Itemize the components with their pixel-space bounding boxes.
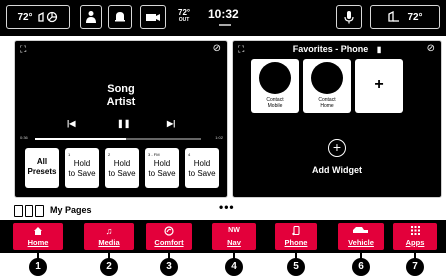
- favorites-widget[interactable]: ⛶ Favorites - Phone ▮ ⊘ Contact Mobile C…: [232, 40, 442, 198]
- phone-small-icon: ▮: [376, 45, 382, 54]
- media-widget[interactable]: ⛶ ⊘ Song Artist |◀ ❚❚ ▶| 0:36 1:02 All P…: [14, 40, 228, 198]
- apps-grid-icon: [393, 226, 437, 237]
- nav-label-nav: Nav: [227, 238, 241, 247]
- remove-widget-icon[interactable]: ⊘: [213, 43, 221, 54]
- preset-number: 2: [108, 152, 111, 157]
- expand-icon[interactable]: ⛶: [20, 44, 26, 55]
- contact-type: Mobile: [267, 103, 283, 109]
- all-presets-button[interactable]: All Presets: [25, 148, 59, 188]
- progress-bar[interactable]: [35, 138, 201, 140]
- nav-bar: Home ♫ Media Comfort NW Nav Phone Vehicl…: [0, 220, 446, 253]
- preset-number: 1: [68, 152, 71, 157]
- temperature-left: 72°: [17, 11, 33, 23]
- driver-seat-button[interactable]: [80, 5, 102, 29]
- seat-fan-icon: [37, 11, 57, 23]
- progress-fill: [35, 138, 127, 140]
- preset-label-line2: to Save: [148, 169, 176, 178]
- contact-label: Contact Mobile: [251, 97, 299, 109]
- camera-button[interactable]: [140, 5, 166, 29]
- favorite-contact-mobile[interactable]: Contact Mobile: [251, 59, 299, 113]
- contact-avatar: [259, 62, 291, 94]
- callout-1: 1: [29, 258, 47, 276]
- nav-media-button[interactable]: ♫ Media: [84, 223, 134, 250]
- add-widget-icon[interactable]: +: [328, 139, 346, 157]
- favorites-title-text: Favorites - Phone: [292, 44, 369, 54]
- my-pages-label[interactable]: My Pages: [50, 205, 92, 215]
- temperature-right: 72°: [407, 11, 423, 23]
- favorites-title: Favorites - Phone ▮: [233, 44, 441, 54]
- callout-7: 7: [406, 258, 424, 276]
- next-track-icon[interactable]: ▶|: [167, 119, 175, 128]
- preset-label-line2: to Save: [68, 169, 96, 178]
- pages-icon[interactable]: [14, 205, 45, 217]
- clock: 10:32: [208, 7, 239, 21]
- status-bar: 72° 72° OUT 10:32 72°: [0, 0, 446, 36]
- nav-vehicle-button[interactable]: Vehicle: [338, 223, 384, 250]
- preset-label-line1: Hold: [73, 159, 91, 168]
- camera-icon: [146, 14, 160, 21]
- voice-button[interactable]: [336, 5, 362, 29]
- preset-label-line2: to Save: [188, 169, 216, 178]
- outside-temperature-value: 72°: [178, 8, 191, 17]
- callout-5: 5: [287, 258, 305, 276]
- nav-home-button[interactable]: Home: [13, 223, 63, 250]
- preset-label-line1: Hold: [113, 159, 131, 168]
- nav-phone-button[interactable]: Phone: [275, 223, 317, 250]
- outside-temperature-unit: OUT: [178, 17, 190, 23]
- clock-divider: [219, 24, 231, 26]
- callout-3: 3: [160, 258, 178, 276]
- car-icon: [338, 226, 384, 237]
- climate-left-button[interactable]: 72°: [6, 5, 70, 29]
- add-widget-label[interactable]: Add Widget: [233, 165, 441, 175]
- microphone-icon: [344, 11, 354, 24]
- pause-icon[interactable]: ❚❚: [117, 119, 130, 128]
- song-artist: Artist: [106, 96, 136, 108]
- remove-widget-icon[interactable]: ⊘: [427, 43, 435, 54]
- callout-4: 4: [225, 258, 243, 276]
- favorite-contact-home[interactable]: Contact Home: [303, 59, 351, 113]
- comfort-icon: [146, 226, 192, 238]
- nav-label-phone: Phone: [284, 238, 308, 247]
- climate-right-button[interactable]: 72°: [370, 5, 440, 29]
- preset-label-line1: All: [36, 157, 48, 166]
- elapsed-time: 0:36: [20, 135, 28, 140]
- compass-icon: NW: [228, 227, 240, 234]
- preset-label-line1: Hold: [153, 159, 171, 168]
- contact-type: Home: [320, 103, 334, 109]
- add-favorite-button[interactable]: +: [355, 59, 403, 113]
- nav-label-home: Home: [27, 238, 49, 247]
- outside-temperature: 72° OUT: [178, 8, 190, 23]
- preset-label-line2: to Save: [108, 169, 136, 178]
- preset-label-line2: Presets: [27, 167, 57, 176]
- bell-icon: [115, 12, 125, 22]
- contact-label: Contact Home: [303, 97, 351, 109]
- preset-button-4[interactable]: 4 Hold to Save: [185, 148, 219, 188]
- preset-number: 4: [188, 152, 191, 157]
- total-time: 1:02: [215, 135, 223, 140]
- home-icon: [13, 226, 63, 237]
- preset-button-1[interactable]: 1 Hold to Save: [65, 148, 99, 188]
- seat-heat-icon: [388, 11, 400, 22]
- previous-track-icon[interactable]: |◀: [67, 119, 75, 128]
- nav-apps-button[interactable]: Apps: [393, 223, 437, 250]
- nav-label-comfort: Comfort: [154, 238, 184, 247]
- nav-label-apps: Apps: [405, 238, 425, 247]
- callout-2: 2: [100, 258, 118, 276]
- preset-button-2[interactable]: 2 Hold to Save: [105, 148, 139, 188]
- preset-label-line1: Hold: [193, 159, 211, 168]
- contact-avatar: [311, 62, 343, 94]
- person-icon: [86, 11, 96, 23]
- notification-button[interactable]: [108, 5, 132, 29]
- more-options-icon[interactable]: •••: [219, 200, 235, 214]
- song-title: Song: [107, 83, 135, 95]
- nav-label-media: Media: [98, 238, 120, 247]
- nav-label-vehicle: Vehicle: [348, 238, 374, 247]
- preset-button-3[interactable]: 3 - FM Hold to Save: [145, 148, 179, 188]
- music-note-icon: ♫: [105, 226, 113, 236]
- phone-icon: [275, 225, 317, 238]
- nav-comfort-button[interactable]: Comfort: [146, 223, 192, 250]
- preset-number: 3 - FM: [148, 152, 160, 157]
- nav-nav-button[interactable]: NW Nav: [212, 223, 256, 250]
- callout-6: 6: [352, 258, 370, 276]
